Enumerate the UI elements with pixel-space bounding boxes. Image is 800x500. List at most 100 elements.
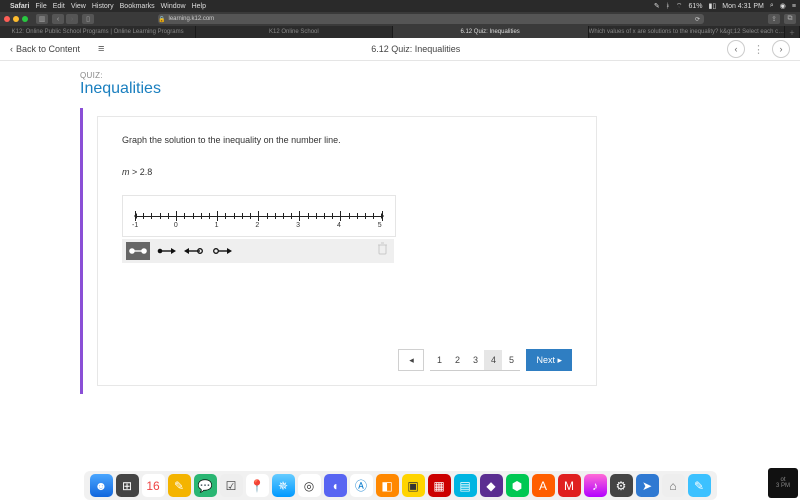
settings-icon[interactable]: ⚙ [610, 474, 633, 497]
stylus-icon[interactable]: ✎ [654, 2, 660, 10]
number-line-ticks [135, 211, 383, 221]
menu-icon[interactable]: ≡ [98, 43, 104, 55]
tool-closed-segment[interactable] [126, 242, 150, 260]
pagination: ◂ 1 2 3 4 5 Next ▸ [398, 349, 572, 371]
question-instruction: Graph the solution to the inequality on … [122, 135, 572, 145]
app-icon[interactable]: ◆ [480, 474, 503, 497]
next-page-button[interactable]: › [772, 40, 790, 58]
minimize-icon[interactable] [13, 16, 19, 22]
share-icon[interactable]: ⇪ [768, 14, 780, 24]
sidebar-toggle-icon[interactable]: ▥ [36, 14, 48, 24]
pager-prev-button[interactable]: ◂ [398, 349, 424, 371]
siri-icon[interactable]: ◉ [780, 2, 786, 10]
app-icon[interactable]: ▣ [402, 474, 425, 497]
tabs-icon[interactable]: ⧉ [784, 14, 796, 24]
menubar-item[interactable]: History [92, 3, 114, 10]
app-icon[interactable]: M [558, 474, 581, 497]
discord-icon[interactable]: ◖ [324, 474, 347, 497]
menubar-item[interactable]: Bookmarks [120, 3, 155, 10]
page-title: 6.12 Quiz: Inequalities [371, 44, 460, 54]
notes-icon[interactable]: ✎ [168, 474, 191, 497]
menubar-item[interactable]: Edit [53, 3, 65, 10]
battery-icon[interactable]: ▮▯ [709, 2, 717, 10]
tool-open-ray-left[interactable] [182, 242, 206, 260]
browser-tabs: K12: Online Public School Programs | Onl… [0, 26, 800, 38]
quiz-label: QUIZ: [80, 71, 720, 80]
maps-icon[interactable]: 📍 [246, 474, 269, 497]
inequality-expression: m > 2.8 [122, 167, 572, 177]
appstore-icon[interactable]: Ⓐ [350, 474, 373, 497]
url-text: learning.k12.com [168, 16, 214, 22]
more-icon[interactable]: ⋮ [753, 43, 764, 56]
launchpad-icon[interactable]: ⊞ [116, 474, 139, 497]
number-line-labels: -1.... 0.... 1.... 2.... 3.... 4.... 5 [135, 222, 383, 229]
bookmarks-icon[interactable]: ▯ [82, 14, 94, 24]
menubar-item[interactable]: Window [161, 3, 186, 10]
browser-tab[interactable]: 6.12 Quiz: Inequalities [393, 26, 589, 38]
content-area: QUIZ: Inequalities Graph the solution to… [0, 61, 800, 394]
menubar-item[interactable]: File [35, 3, 46, 10]
pager-page[interactable]: 1 [430, 350, 448, 371]
close-icon[interactable] [4, 16, 10, 22]
clock-widget[interactable]: ot 3 PM [768, 468, 798, 498]
back-to-content-button[interactable]: ‹ Back to Content [10, 44, 80, 54]
reader-icon[interactable]: ⟳ [695, 16, 700, 23]
chevron-left-icon: ‹ [10, 44, 13, 54]
dock-area: ☻ ⊞ 16 ✎ 💬 ☑ 📍 ✵ ◎ ◖ Ⓐ ◧ ▣ ▦ ▤ ◆ ⬢ A M ♪… [0, 460, 800, 500]
app-icon[interactable]: ➤ [636, 474, 659, 497]
dock: ☻ ⊞ 16 ✎ 💬 ☑ 📍 ✵ ◎ ◖ Ⓐ ◧ ▣ ▦ ▤ ◆ ⬢ A M ♪… [84, 471, 717, 500]
calendar-icon[interactable]: 16 [142, 474, 165, 497]
prev-page-button[interactable]: ‹ [727, 40, 745, 58]
menubar-item[interactable]: View [71, 3, 86, 10]
pager-page[interactable]: 4 [484, 350, 502, 371]
browser-tab[interactable]: K12: Online Public School Programs | Onl… [0, 26, 196, 38]
messages-icon[interactable]: 💬 [194, 474, 217, 497]
app-icon[interactable]: ⌂ [662, 474, 685, 497]
pager-numbers: 1 2 3 4 5 [430, 350, 520, 371]
back-button[interactable]: ‹ [52, 14, 64, 24]
finder-icon[interactable]: ☻ [90, 474, 113, 497]
safari-icon[interactable]: ✵ [272, 474, 295, 497]
question-card: Graph the solution to the inequality on … [97, 116, 597, 386]
quiz-title: Inequalities [80, 80, 720, 98]
app-icon[interactable]: ✎ [688, 474, 711, 497]
tool-open-ray-right[interactable] [210, 242, 234, 260]
app-icon[interactable]: A [532, 474, 555, 497]
battery-pct: 61% [689, 3, 703, 10]
menubar-item[interactable]: Help [192, 3, 206, 10]
tool-closed-ray-right[interactable] [154, 242, 178, 260]
app-icon[interactable]: ◧ [376, 474, 399, 497]
window-controls[interactable] [4, 16, 28, 22]
spotlight-icon[interactable]: ⌕ [770, 2, 774, 10]
bluetooth-icon[interactable]: ᚼ [666, 3, 670, 10]
lock-icon: 🔒 [158, 16, 165, 23]
trash-icon[interactable] [377, 242, 388, 260]
pager-next-button[interactable]: Next ▸ [526, 349, 572, 371]
number-line-canvas[interactable]: -1.... 0.... 1.... 2.... 3.... 4.... 5 [122, 195, 396, 237]
number-line-tools [122, 239, 394, 263]
app-icon[interactable]: ⬢ [506, 474, 529, 497]
mac-menubar: Safari File Edit View History Bookmarks … [0, 0, 800, 12]
app-icon[interactable]: ▤ [454, 474, 477, 497]
pager-page[interactable]: 5 [502, 350, 520, 371]
safari-toolbar: ▥ ‹ › ▯ 🔒 learning.k12.com ⟳ ⇪ ⧉ [0, 12, 800, 26]
pager-page[interactable]: 2 [448, 350, 466, 371]
chrome-icon[interactable]: ◎ [298, 474, 321, 497]
pager-page[interactable]: 3 [466, 350, 484, 371]
menubar-app-name[interactable]: Safari [10, 3, 29, 10]
back-label: Back to Content [16, 44, 80, 54]
itunes-icon[interactable]: ♪ [584, 474, 607, 497]
reminders-icon[interactable]: ☑ [220, 474, 243, 497]
wifi-icon[interactable]: ⌔ [676, 2, 683, 11]
clock[interactable]: Mon 4:31 PM [722, 3, 764, 10]
notification-center-icon[interactable]: ≡ [792, 3, 796, 10]
browser-tab[interactable]: K12 Online School [196, 26, 392, 38]
app-icon[interactable]: ▦ [428, 474, 451, 497]
address-bar[interactable]: 🔒 learning.k12.com ⟳ [158, 14, 704, 24]
browser-tab[interactable]: Which values of x are solutions to the i… [589, 26, 785, 38]
lms-header: ‹ Back to Content ≡ 6.12 Quiz: Inequalit… [0, 38, 800, 61]
work-area: Graph the solution to the inequality on … [80, 108, 720, 394]
forward-button[interactable]: › [66, 14, 78, 24]
new-tab-button[interactable]: ＋ [785, 26, 800, 38]
zoom-icon[interactable] [22, 16, 28, 22]
